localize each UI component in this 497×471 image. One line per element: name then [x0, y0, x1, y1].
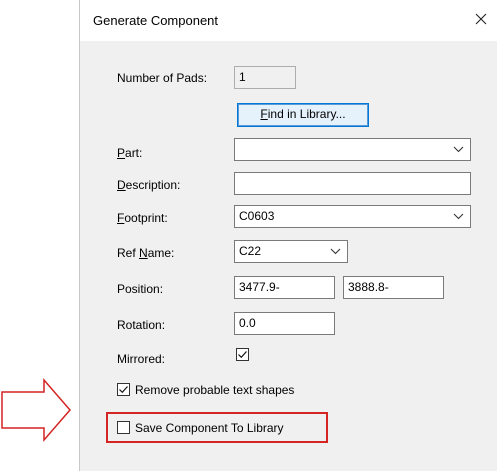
generate-component-dialog: Generate Component Number of Pads: 1 Fin… — [79, 0, 497, 471]
find-button-mnemonic: F — [260, 107, 268, 121]
remove-shapes-label[interactable]: Remove probable text shapes — [135, 383, 294, 397]
pads-label: Number of Pads: — [117, 71, 208, 85]
refname-label: Ref Name: — [117, 246, 175, 260]
part-label: Part: — [117, 146, 143, 160]
save-library-label[interactable]: Save Component To Library — [135, 421, 284, 435]
close-icon — [475, 13, 487, 25]
checkmark-icon — [119, 386, 128, 394]
description-field[interactable] — [234, 172, 471, 195]
pads-field: 1 — [234, 66, 296, 89]
find-in-library-button[interactable]: Find in Library... — [237, 103, 369, 127]
find-button-label: ind in Library... — [267, 107, 346, 121]
part-combo[interactable] — [234, 138, 471, 161]
description-label: Description: — [117, 178, 181, 192]
position-y-field[interactable]: 3888.8- — [343, 276, 444, 299]
chevron-down-icon — [453, 146, 464, 153]
checkmark-icon — [238, 351, 247, 359]
close-button[interactable] — [468, 6, 494, 32]
footprint-value: C0603 — [239, 209, 275, 223]
chevron-down-icon — [453, 213, 464, 220]
title-bar: Generate Component — [80, 0, 497, 41]
mirrored-checkbox[interactable] — [236, 348, 249, 361]
chevron-down-icon — [330, 248, 341, 255]
save-library-checkbox[interactable] — [117, 421, 130, 434]
dialog-title: Generate Component — [93, 13, 219, 28]
rotation-field[interactable]: 0.0 — [234, 312, 335, 335]
mirrored-label: Mirrored: — [117, 352, 166, 366]
rotation-label: Rotation: — [117, 318, 166, 332]
remove-shapes-checkbox[interactable] — [117, 383, 130, 396]
footprint-label: Footprint: — [117, 211, 168, 225]
refname-value: C22 — [239, 244, 262, 258]
footprint-combo[interactable]: C0603 — [234, 205, 471, 228]
position-label: Position: — [117, 282, 164, 296]
position-x-field[interactable]: 3477.9- — [234, 276, 335, 299]
callout-arrow-icon — [1, 378, 71, 442]
refname-combo[interactable]: C22 — [234, 240, 348, 263]
